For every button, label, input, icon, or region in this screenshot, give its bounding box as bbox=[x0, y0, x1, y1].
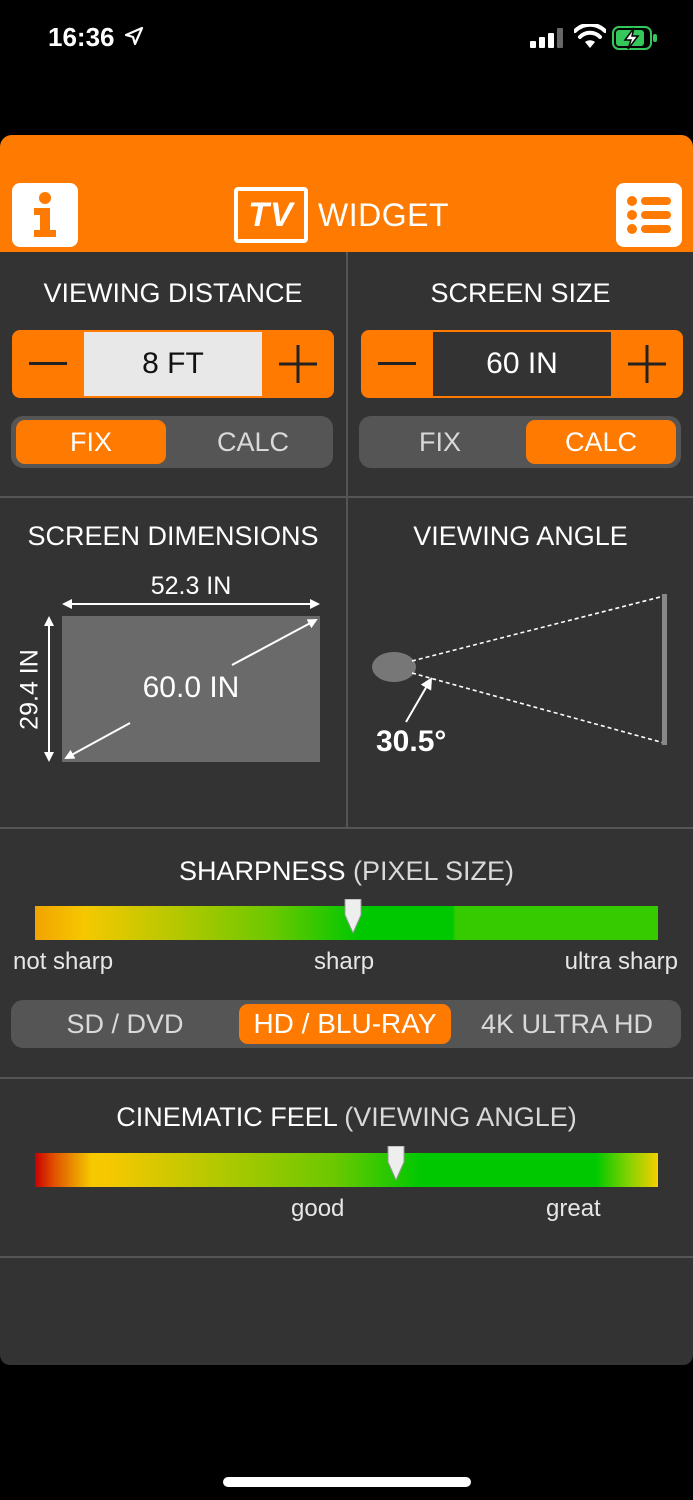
minus-icon bbox=[29, 362, 67, 365]
format-option-4k[interactable]: 4K ULTRA HD bbox=[457, 1004, 677, 1044]
sharpness-marker[interactable] bbox=[343, 899, 363, 933]
minus-icon bbox=[378, 362, 416, 365]
screen-size-fix-option[interactable]: FIX bbox=[364, 420, 516, 464]
sharpness-title-main: SHARPNESS bbox=[178, 856, 346, 886]
cellular-signal-icon bbox=[530, 28, 563, 48]
viewing-distance-stepper: 8 FT bbox=[12, 330, 334, 398]
viewing-distance-mode-toggle: FIX CALC bbox=[11, 416, 333, 468]
cinematic-label-mid: good bbox=[291, 1195, 345, 1222]
tv-widget-panel: TV WIDGET VIEWING DISTANCE 8 FT FIX CALC… bbox=[0, 135, 693, 1365]
status-bar: 16:36 bbox=[0, 0, 693, 80]
viewing-distance-calc-option[interactable]: CALC bbox=[177, 420, 329, 464]
home-indicator[interactable] bbox=[223, 1477, 471, 1487]
viewing-angle-value: 30.5° bbox=[376, 725, 447, 758]
row-divider-2 bbox=[0, 827, 693, 829]
battery-charging-icon bbox=[612, 26, 657, 50]
header-bar: TV WIDGET bbox=[0, 135, 693, 252]
brand-tv-box: TV bbox=[234, 187, 308, 243]
viewing-distance-value[interactable]: 8 FT bbox=[84, 332, 262, 396]
format-option-hd[interactable]: HD / BLU-RAY bbox=[239, 1004, 451, 1044]
plus-icon bbox=[279, 345, 317, 383]
info-icon bbox=[34, 192, 56, 237]
screen-size-title: SCREEN SIZE bbox=[430, 278, 611, 308]
screen-dimensions-title: SCREEN DIMENSIONS bbox=[27, 521, 319, 551]
info-button[interactable] bbox=[12, 183, 78, 247]
screen-size-decrement[interactable] bbox=[361, 330, 433, 398]
menu-button[interactable] bbox=[616, 183, 682, 247]
viewer-head bbox=[372, 652, 416, 682]
location-arrow-icon bbox=[124, 26, 144, 46]
tv-screen-side bbox=[662, 594, 667, 745]
cinematic-title: CINEMATIC FEEL (VIEWING ANGLE) bbox=[0, 1102, 693, 1133]
sharpness-bar bbox=[35, 899, 658, 940]
format-selector: SD / DVD HD / BLU-RAY 4K ULTRA HD bbox=[11, 1000, 681, 1048]
screen-width-label: 52.3 IN bbox=[150, 572, 232, 600]
screen-size-stepper: 60 IN bbox=[361, 330, 683, 398]
viewing-distance-decrement[interactable] bbox=[12, 330, 84, 398]
cinematic-title-main: CINEMATIC FEEL bbox=[116, 1102, 337, 1132]
brand-word: WIDGET bbox=[318, 196, 449, 233]
status-time: 16:36 bbox=[48, 22, 115, 52]
sharpness-title-sub: (PIXEL SIZE) bbox=[353, 856, 515, 886]
screen-size-calc-option[interactable]: CALC bbox=[526, 420, 676, 464]
cinematic-bar bbox=[35, 1146, 658, 1187]
plus-icon bbox=[628, 345, 666, 383]
screen-size-mode-toggle: FIX CALC bbox=[359, 416, 681, 468]
angle-ray-top bbox=[411, 595, 665, 662]
cinematic-marker[interactable] bbox=[386, 1146, 406, 1180]
list-menu-icon bbox=[627, 196, 671, 234]
row-divider-1 bbox=[0, 496, 693, 498]
cinematic-title-sub: (VIEWING ANGLE) bbox=[344, 1102, 577, 1132]
row-divider-3 bbox=[0, 1077, 693, 1079]
wifi-icon bbox=[574, 24, 606, 48]
angle-pointer-arrow bbox=[405, 677, 433, 723]
viewing-distance-increment[interactable] bbox=[262, 330, 334, 398]
viewing-distance-fix-option[interactable]: FIX bbox=[16, 420, 166, 464]
row-divider-4 bbox=[0, 1256, 693, 1258]
screen-size-value[interactable]: 60 IN bbox=[433, 332, 611, 396]
screen-height-label: 29.4 IN bbox=[15, 649, 44, 730]
viewing-distance-title: VIEWING DISTANCE bbox=[43, 278, 303, 308]
format-option-sd[interactable]: SD / DVD bbox=[17, 1004, 233, 1044]
sharpness-title: SHARPNESS (PIXEL SIZE) bbox=[0, 856, 693, 887]
screen-diagonal-label: 60.0 IN bbox=[142, 671, 240, 704]
angle-ray-bottom bbox=[411, 672, 665, 744]
sharpness-label-low: not sharp bbox=[13, 948, 114, 975]
viewing-angle-title: VIEWING ANGLE bbox=[413, 521, 628, 551]
brand-logo: TV WIDGET bbox=[234, 185, 449, 245]
cinematic-label-high: great bbox=[546, 1195, 601, 1222]
sharpness-label-high: ultra sharp bbox=[564, 948, 678, 975]
screen-size-increment[interactable] bbox=[611, 330, 683, 398]
sharpness-label-mid: sharp bbox=[314, 948, 375, 975]
brand-tv-text: TV bbox=[248, 195, 294, 234]
